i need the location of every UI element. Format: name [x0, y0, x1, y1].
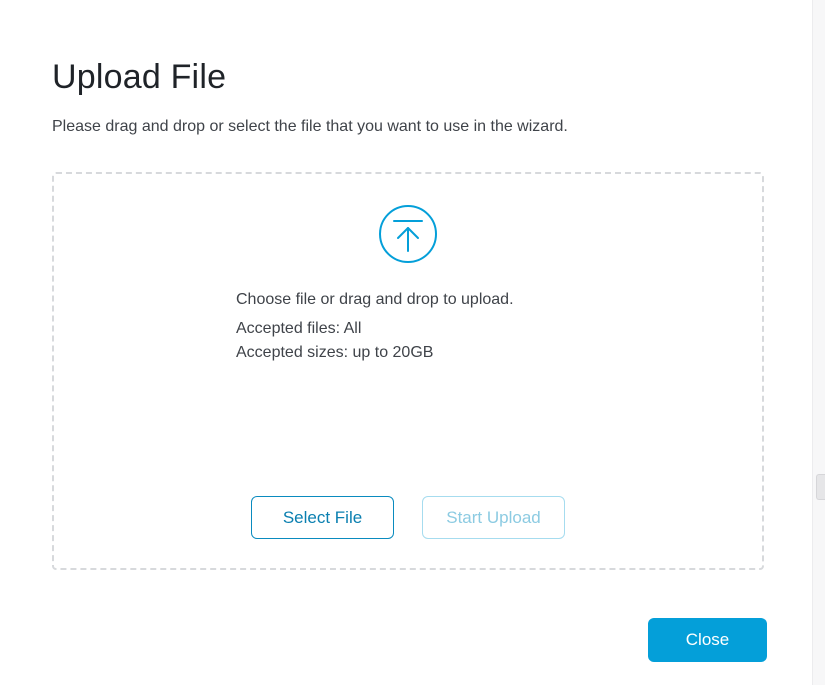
dialog-subtitle: Please drag and drop or select the file …	[52, 118, 568, 135]
accepted-sizes-text: Accepted sizes: up to 20GB	[236, 344, 434, 361]
upload-file-dialog: Upload File Please drag and drop or sele…	[0, 0, 812, 685]
dropzone-instruction: Choose file or drag and drop to upload.	[236, 291, 514, 308]
page-edge	[812, 0, 825, 685]
close-button[interactable]: Close	[648, 618, 767, 662]
dialog-title: Upload File	[52, 58, 227, 96]
upload-arrow-icon	[378, 204, 438, 264]
accepted-files-text: Accepted files: All	[236, 320, 362, 337]
side-panel-handle[interactable]	[816, 474, 825, 500]
start-upload-button[interactable]: Start Upload	[422, 496, 565, 539]
select-file-button[interactable]: Select File	[251, 496, 394, 539]
